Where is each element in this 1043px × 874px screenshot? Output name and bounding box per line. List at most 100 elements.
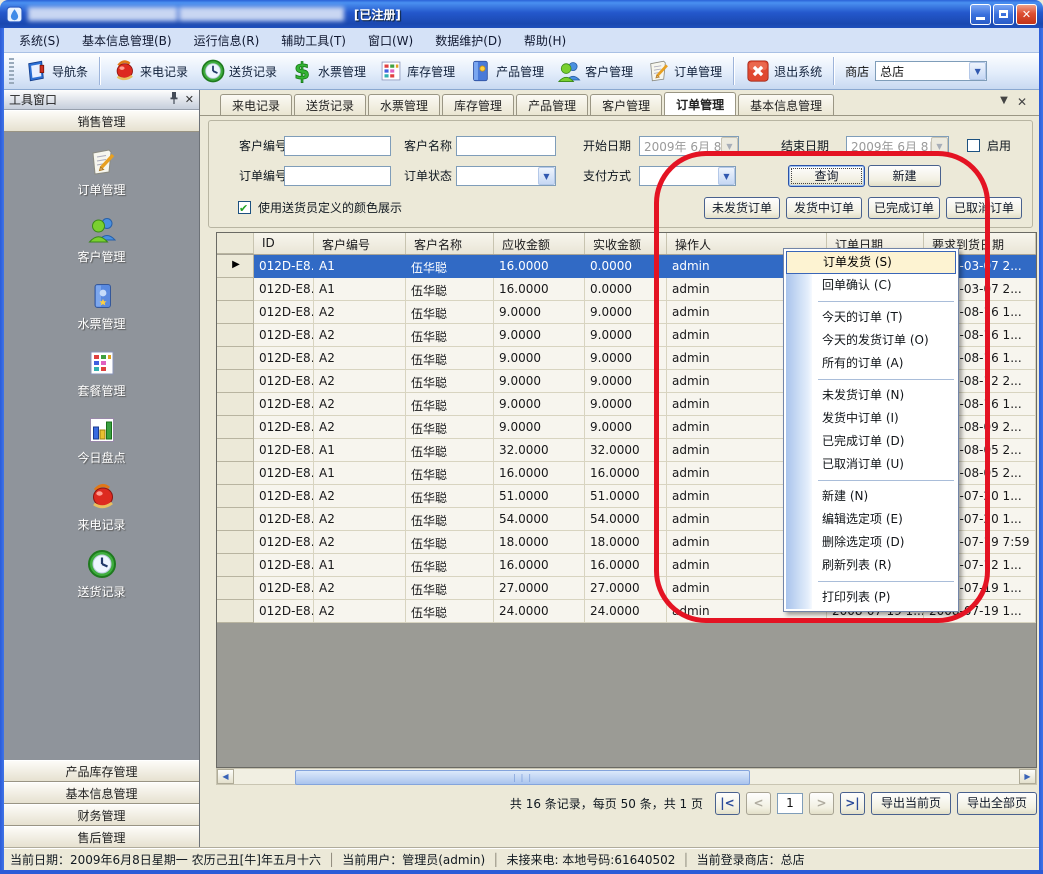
- sidebar-group-sales[interactable]: 销售管理: [4, 110, 199, 132]
- customer-no-input[interactable]: [284, 136, 391, 156]
- tab-5[interactable]: 客户管理: [590, 94, 662, 115]
- sidebar-item-incoming-calls[interactable]: 来电记录: [42, 481, 162, 533]
- context-menu-item[interactable]: 未发货订单 (N): [786, 384, 956, 407]
- export-current-page-button[interactable]: 导出当前页: [871, 792, 951, 815]
- column-header-2[interactable]: 客户名称: [406, 233, 494, 254]
- sidebar-group-button-0[interactable]: 产品库存管理: [4, 760, 199, 782]
- sidebar-item-water-ticket[interactable]: 水票管理: [42, 280, 162, 332]
- sidebar-group-button-3[interactable]: 售后管理: [4, 826, 199, 848]
- row-selector[interactable]: [217, 462, 254, 485]
- toolbar-button-delivery-log[interactable]: 送货记录: [194, 55, 283, 87]
- toolbar-button-order[interactable]: 订单管理: [639, 55, 728, 87]
- filter-shipping-button[interactable]: 发货中订单: [786, 197, 862, 219]
- column-header-0[interactable]: ID: [254, 233, 314, 254]
- order-no-input[interactable]: [284, 166, 391, 186]
- export-all-pages-button[interactable]: 导出全部页: [957, 792, 1037, 815]
- pin-icon[interactable]: [169, 92, 179, 107]
- chevron-down-icon[interactable]: ▼: [718, 167, 735, 185]
- row-selector[interactable]: [217, 439, 254, 462]
- tab-close-icon[interactable]: ✕: [1015, 95, 1029, 109]
- context-menu-item[interactable]: 发货中订单 (I): [786, 407, 956, 430]
- row-selector[interactable]: [217, 554, 254, 577]
- filter-unshipped-button[interactable]: 未发货订单: [704, 197, 780, 219]
- row-selector[interactable]: [217, 370, 254, 393]
- scroll-right-icon[interactable]: ▶: [1019, 769, 1036, 784]
- row-selector[interactable]: [217, 485, 254, 508]
- next-page-button[interactable]: >: [809, 792, 834, 815]
- end-date-picker[interactable]: 2009年 6月 8日▼: [846, 136, 949, 156]
- row-selector[interactable]: [217, 508, 254, 531]
- tab-1[interactable]: 送货记录: [294, 94, 366, 115]
- row-selector[interactable]: [217, 278, 254, 301]
- context-menu-item[interactable]: 今天的发货订单 (O): [786, 329, 956, 352]
- last-page-button[interactable]: >|: [840, 792, 865, 815]
- sidebar-item-order[interactable]: 订单管理: [42, 146, 162, 198]
- sidebar-item-today-check[interactable]: 今日盘点: [42, 414, 162, 466]
- context-menu-item[interactable]: 已完成订单 (D): [786, 430, 956, 453]
- query-button[interactable]: 查询: [788, 165, 865, 187]
- driver-color-checkbox[interactable]: ✔: [238, 201, 251, 214]
- row-selector[interactable]: [217, 301, 254, 324]
- tab-2[interactable]: 水票管理: [368, 94, 440, 115]
- row-selector[interactable]: [217, 347, 254, 370]
- context-menu-item[interactable]: 编辑选定项 (E): [786, 508, 956, 531]
- menubar-item-4[interactable]: 窗口(W): [357, 29, 424, 52]
- context-menu-item[interactable]: 今天的订单 (T): [786, 306, 956, 329]
- minimize-button[interactable]: [970, 4, 991, 25]
- customer-name-input[interactable]: [456, 136, 556, 156]
- tab-7[interactable]: 基本信息管理: [738, 94, 834, 115]
- tab-4[interactable]: 产品管理: [516, 94, 588, 115]
- context-menu-item[interactable]: 所有的订单 (A): [786, 352, 956, 375]
- sidebar-item-delivery-log[interactable]: 送货记录: [42, 548, 162, 600]
- shop-combobox[interactable]: 总店 ▼: [875, 61, 987, 81]
- context-menu-item[interactable]: 回单确认 (C): [786, 274, 956, 297]
- filter-completed-button[interactable]: 已完成订单: [868, 197, 940, 219]
- context-menu-item[interactable]: 新建 (N): [786, 485, 956, 508]
- tab-3[interactable]: 库存管理: [442, 94, 514, 115]
- prev-page-button[interactable]: <: [746, 792, 771, 815]
- tab-0[interactable]: 来电记录: [220, 94, 292, 115]
- toolbar-button-incoming-calls[interactable]: 来电记录: [105, 55, 194, 87]
- toolbar-button-water-ticket[interactable]: $水票管理: [283, 55, 372, 87]
- context-menu-item[interactable]: 已取消订单 (U): [786, 453, 956, 476]
- toolbar-grip[interactable]: [9, 58, 14, 84]
- menubar-item-1[interactable]: 基本信息管理(B): [71, 29, 183, 52]
- row-selector[interactable]: [217, 416, 254, 439]
- close-button[interactable]: ✕: [1016, 4, 1037, 25]
- row-selector[interactable]: ▶: [217, 255, 254, 278]
- row-selector[interactable]: [217, 393, 254, 416]
- row-selector[interactable]: [217, 531, 254, 554]
- menubar-item-6[interactable]: 帮助(H): [513, 29, 577, 52]
- page-number-input[interactable]: 1: [777, 793, 803, 814]
- context-menu-item[interactable]: 订单发货 (S): [786, 251, 956, 274]
- first-page-button[interactable]: |<: [715, 792, 740, 815]
- chevron-down-icon[interactable]: ▼: [538, 167, 555, 185]
- scroll-left-icon[interactable]: ◀: [217, 769, 234, 784]
- column-header-1[interactable]: 客户编号: [314, 233, 406, 254]
- row-selector[interactable]: [217, 324, 254, 347]
- toolbar-button-product[interactable]: 产品管理: [461, 55, 550, 87]
- toolbar-button-exit[interactable]: 退出系统: [739, 55, 828, 87]
- menubar-item-5[interactable]: 数据维护(D): [424, 29, 513, 52]
- enable-date-checkbox[interactable]: [967, 139, 980, 152]
- sidebar-item-customer[interactable]: 客户管理: [42, 213, 162, 265]
- new-button[interactable]: 新建: [868, 165, 941, 187]
- filter-cancelled-button[interactable]: 已取消订单: [946, 197, 1022, 219]
- context-menu-item[interactable]: 删除选定项 (D): [786, 531, 956, 554]
- menubar-item-3[interactable]: 辅助工具(T): [270, 29, 357, 52]
- tab-6[interactable]: 订单管理: [664, 92, 736, 115]
- column-header-4[interactable]: 实收金额: [585, 233, 667, 254]
- scrollbar-thumb[interactable]: ❘❘❘: [295, 770, 750, 785]
- tool-window-close-icon[interactable]: ✕: [185, 93, 194, 106]
- context-menu-item[interactable]: 打印列表 (P): [786, 586, 956, 609]
- order-status-combobox[interactable]: ▼: [456, 166, 556, 186]
- sidebar-item-package[interactable]: 套餐管理: [42, 347, 162, 399]
- menubar-item-2[interactable]: 运行信息(R): [183, 29, 271, 52]
- maximize-button[interactable]: [993, 4, 1014, 25]
- menubar-item-0[interactable]: 系统(S): [8, 29, 71, 52]
- toolbar-button-inventory[interactable]: 库存管理: [372, 55, 461, 87]
- toolbar-button-navbar[interactable]: 导航条: [17, 55, 94, 87]
- toolbar-button-customer[interactable]: 客户管理: [550, 55, 639, 87]
- row-selector[interactable]: [217, 600, 254, 623]
- chevron-down-icon[interactable]: ▼: [969, 62, 986, 80]
